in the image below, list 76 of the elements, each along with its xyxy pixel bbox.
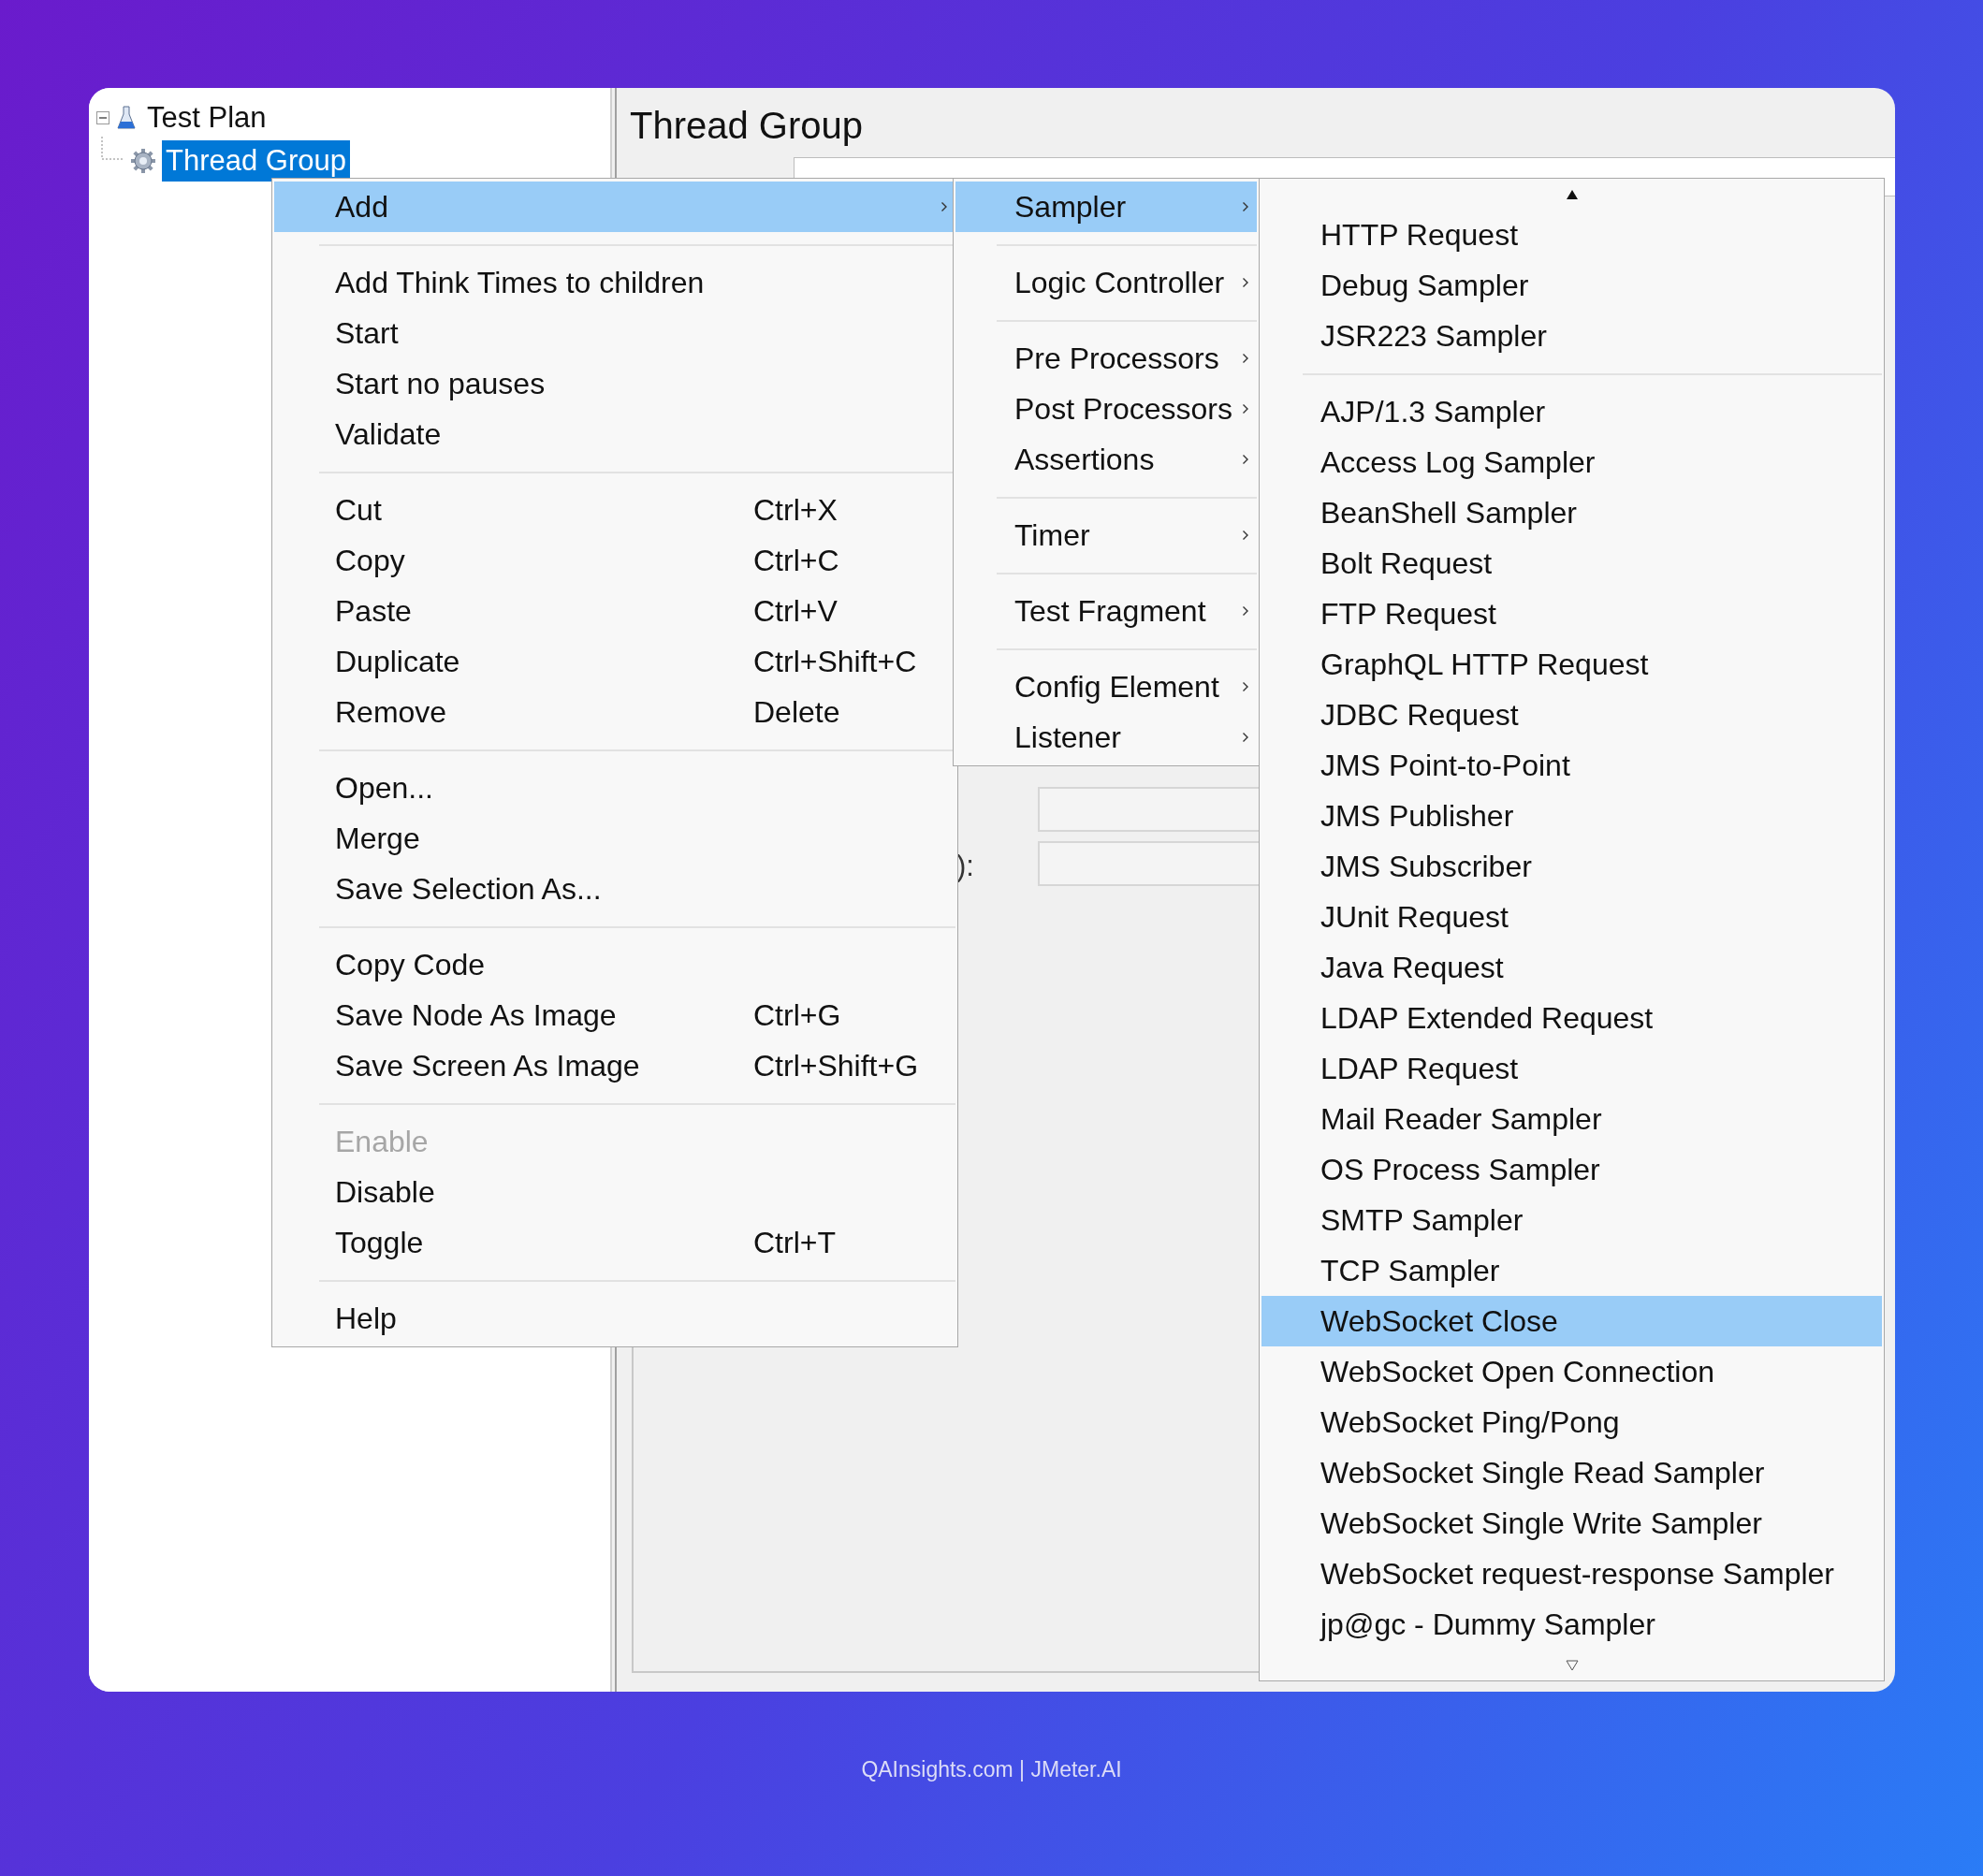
menu-item[interactable]: Open... [274, 763, 955, 813]
menu-item[interactable]: Copy Ctrl+C [274, 535, 955, 586]
gear-icon [130, 148, 156, 174]
panel-title: Thread Group [630, 105, 865, 148]
menu-item[interactable]: WebSocket Single Write Sampler [1261, 1498, 1882, 1549]
menu-item[interactable]: SMTP Sampler [1261, 1195, 1882, 1245]
menu-item[interactable]: Timer [955, 510, 1257, 560]
menu-item[interactable]: JUnit Request [1261, 892, 1882, 942]
menu-item[interactable]: Bolt Request [1261, 538, 1882, 589]
menu-item[interactable]: Remove Delete [274, 687, 955, 737]
chevron-right-icon [1242, 530, 1249, 541]
menu-item[interactable]: Toggle Ctrl+T [274, 1217, 955, 1268]
scroll-up-icon[interactable] [1565, 188, 1579, 200]
menu-item[interactable]: WebSocket Ping/Pong [1261, 1397, 1882, 1447]
menu-item[interactable]: JSR223 Sampler [1261, 311, 1882, 361]
menu-item[interactable]: WebSocket request-response Sampler [1261, 1549, 1882, 1599]
menu-item[interactable]: Copy Code [274, 939, 955, 990]
menu-item[interactable]: LDAP Request [1261, 1043, 1882, 1094]
menu-item[interactable]: Post Processors [955, 384, 1257, 434]
menu-item[interactable]: OS Process Sampler [1261, 1144, 1882, 1195]
menu-item[interactable]: Sampler [955, 182, 1257, 232]
menu-item[interactable]: Start [274, 308, 955, 358]
menu-item[interactable]: Config Element [955, 662, 1257, 712]
chevron-right-icon [1242, 201, 1249, 212]
chevron-right-icon [1242, 403, 1249, 414]
menu-item[interactable]: Assertions [955, 434, 1257, 485]
menu-item[interactable]: Save Node As Image Ctrl+G [274, 990, 955, 1040]
menu-item[interactable]: TCP Sampler [1261, 1245, 1882, 1296]
menu-item[interactable]: Add [274, 182, 955, 232]
chevron-right-icon [940, 201, 948, 212]
menu-item[interactable]: WebSocket Open Connection [1261, 1346, 1882, 1397]
menu-item[interactable]: Logic Controller [955, 257, 1257, 308]
caption: QAInsights.com | JMeter.AI [860, 1757, 1123, 1782]
menu-item[interactable]: Listener [955, 712, 1257, 763]
menu-item[interactable]: Paste Ctrl+V [274, 586, 955, 636]
menu-item[interactable]: Debug Sampler [1261, 260, 1882, 311]
chevron-right-icon [1242, 732, 1249, 743]
menu-item[interactable]: FTP Request [1261, 589, 1882, 639]
flask-icon [117, 106, 136, 130]
menu-item[interactable]: Mail Reader Sampler [1261, 1094, 1882, 1144]
menu-item[interactable]: JDBC Request [1261, 690, 1882, 740]
field-label: ): [956, 850, 974, 883]
menu-item[interactable]: Help [274, 1293, 955, 1344]
menu-item[interactable]: Java Request [1261, 942, 1882, 993]
menu-item[interactable]: BeanShell Sampler [1261, 487, 1882, 538]
tree-item[interactable]: Test Plan [143, 97, 270, 138]
menu-item[interactable]: Disable [274, 1167, 955, 1217]
menu-item[interactable]: Validate [274, 409, 955, 459]
chevron-right-icon [1242, 277, 1249, 288]
menu-item[interactable]: Access Log Sampler [1261, 437, 1882, 487]
chevron-right-icon [1242, 605, 1249, 617]
menu-item[interactable]: LDAP Extended Request [1261, 993, 1882, 1043]
scroll-down-icon[interactable] [1565, 1659, 1579, 1671]
menu-item[interactable]: JMS Publisher [1261, 791, 1882, 841]
collapse-icon[interactable] [96, 111, 109, 124]
chevron-right-icon [1242, 353, 1249, 364]
menu-item[interactable]: Duplicate Ctrl+Shift+C [274, 636, 955, 687]
chevron-right-icon [1242, 681, 1249, 692]
menu-item[interactable]: WebSocket Single Read Sampler [1261, 1447, 1882, 1498]
menu-item[interactable]: JMS Subscriber [1261, 841, 1882, 892]
chevron-right-icon [1242, 454, 1249, 465]
menu-item[interactable]: Cut Ctrl+X [274, 485, 955, 535]
menu-item[interactable]: GraphQL HTTP Request [1261, 639, 1882, 690]
menu-item[interactable]: Save Selection As... [274, 864, 955, 914]
menu-item[interactable]: Save Screen As Image Ctrl+Shift+G [274, 1040, 955, 1091]
menu-item[interactable]: JMS Point-to-Point [1261, 740, 1882, 791]
menu-item[interactable]: WebSocket Close [1261, 1296, 1882, 1346]
menu-item[interactable]: Pre Processors [955, 333, 1257, 384]
menu-item[interactable]: Add Think Times to children [274, 257, 955, 308]
menu-item[interactable]: Test Fragment [955, 586, 1257, 636]
tree-item[interactable]: Thread Group [162, 140, 350, 182]
menu-item[interactable]: AJP/1.3 Sampler [1261, 386, 1882, 437]
menu-item[interactable]: Merge [274, 813, 955, 864]
menu-item[interactable]: jp@gc - Dummy Sampler [1261, 1599, 1882, 1650]
menu-item[interactable]: Start no pauses [274, 358, 955, 409]
menu-item[interactable]: HTTP Request [1261, 210, 1882, 260]
